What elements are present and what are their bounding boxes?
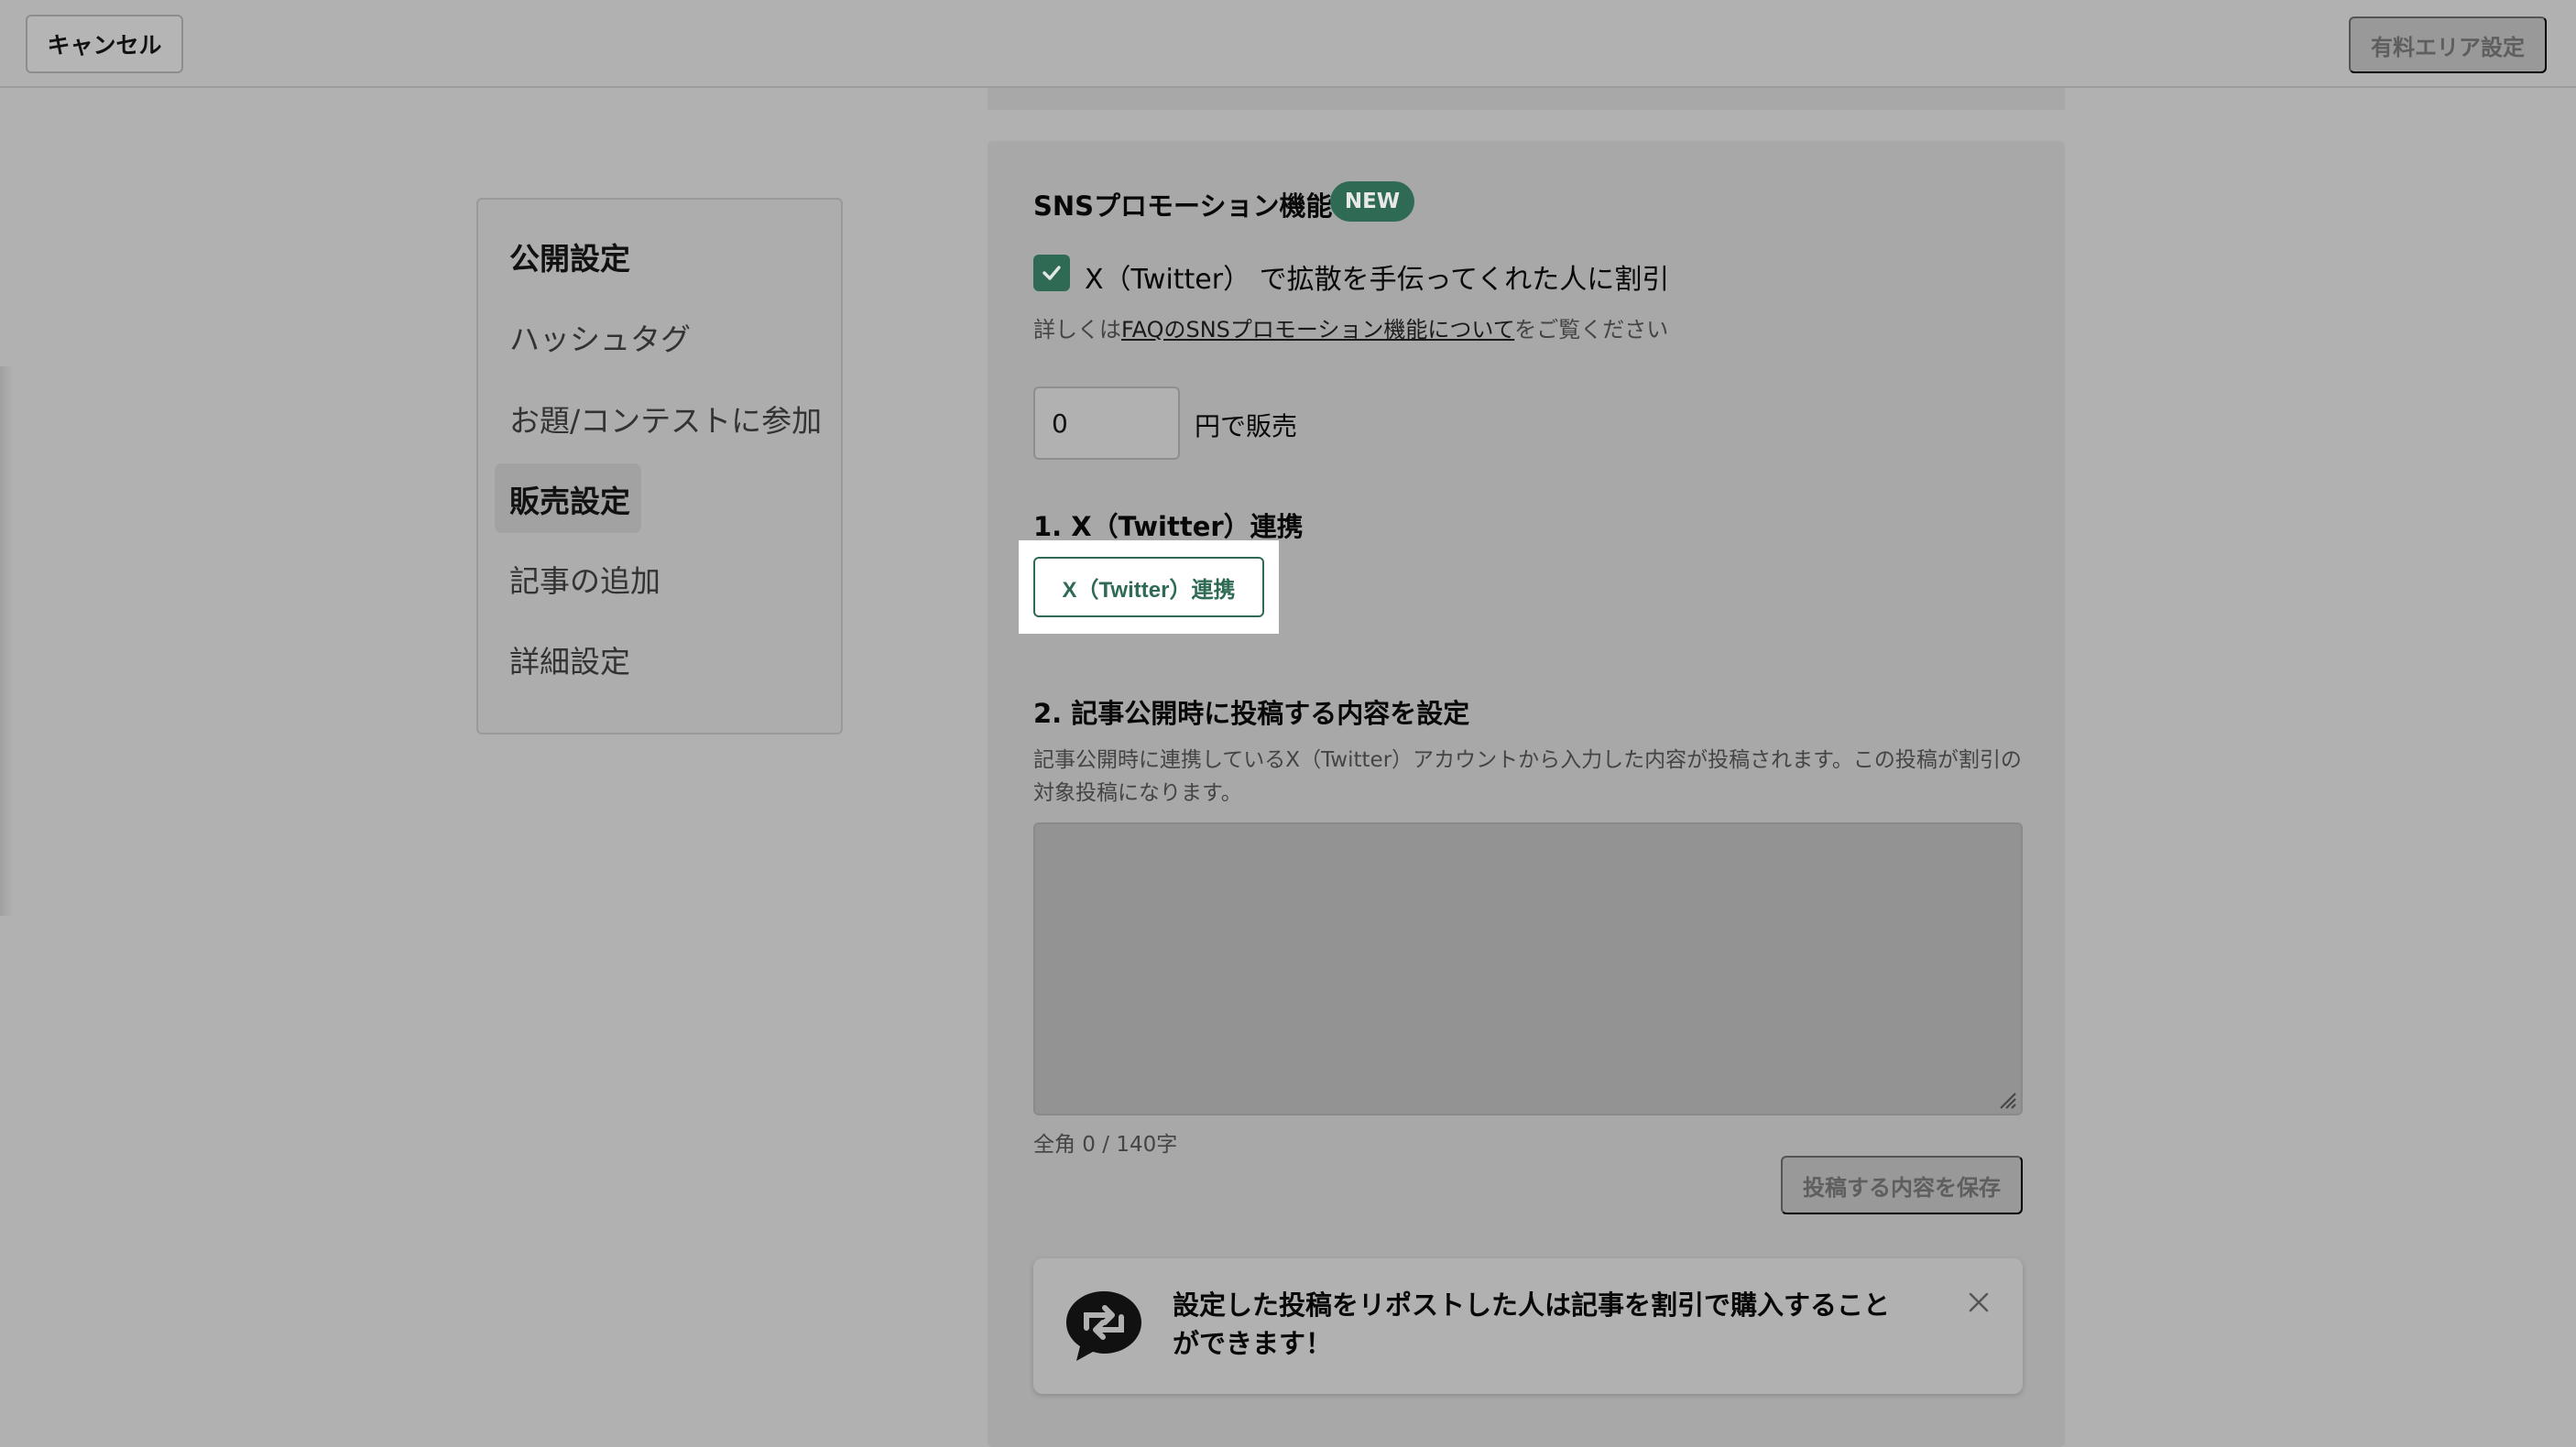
new-badge: NEW (1330, 181, 1414, 222)
info-card-text: 設定した投稿をリポストした人は記事を割引で購入することができます！ (1173, 1289, 1891, 1359)
overlay-edge (0, 366, 13, 916)
faq-suffix: をご覧ください (1514, 317, 1669, 343)
discount-checkbox[interactable] (1033, 255, 1070, 291)
step1-title: 1. X（Twitter）連携 (1033, 511, 1304, 542)
sidebar-item-add-article[interactable]: 記事の追加 (509, 557, 660, 601)
post-content-textarea[interactable] (1033, 822, 2023, 1115)
price-input[interactable] (1033, 386, 1180, 460)
twitter-connect-button[interactable]: X（Twitter）連携 (1033, 557, 1264, 617)
paid-area-settings-button[interactable]: 有料エリア設定 (2349, 16, 2547, 73)
char-count: 全角 0 / 140字 (1033, 1133, 1178, 1157)
price-suffix: 円で販売 (1195, 411, 1298, 441)
step2-description: 記事公開時に連携しているX（Twitter）アカウントから入力した内容が投稿され… (1033, 748, 2022, 805)
step2-title: 2. 記事公開時に投稿する内容を設定 (1033, 698, 1470, 729)
top-bar: キャンセル 有料エリア設定 (0, 0, 2576, 88)
repost-icon (1066, 1291, 1141, 1361)
faq-note: 詳しくはFAQのSNSプロモーション機能についてをご覧ください (1033, 311, 1668, 343)
save-post-button[interactable]: 投稿する内容を保存 (1781, 1156, 2023, 1214)
cancel-button[interactable]: キャンセル (26, 15, 183, 73)
close-icon[interactable] (1966, 1289, 1992, 1315)
sidebar-item-hashtags[interactable]: ハッシュタグ (509, 315, 691, 359)
check-icon (1042, 266, 1061, 280)
resize-handle-icon[interactable] (1997, 1090, 2017, 1110)
panel-previous-section (988, 88, 2065, 110)
sidebar-item-sales-settings[interactable]: 販売設定 (509, 477, 630, 521)
sidebar-item-advanced-settings[interactable]: 詳細設定 (509, 637, 630, 681)
section-title: SNSプロモーション機能 (1033, 190, 1333, 222)
faq-prefix: 詳しくは (1033, 317, 1121, 343)
discount-checkbox-label[interactable]: X（Twitter） で拡散を手伝ってくれた人に割引 (1085, 256, 1669, 297)
sidebar-item-publish-settings[interactable]: 公開設定 (509, 234, 630, 278)
sidebar-item-contest[interactable]: お題/コンテストに参加 (509, 397, 822, 441)
repost-info-card: 設定した投稿をリポストした人は記事を割引で購入することができます！ (1033, 1258, 2023, 1394)
settings-sidebar: 公開設定 ハッシュタグ お題/コンテストに参加 販売設定 記事の追加 詳細設定 (476, 198, 843, 734)
faq-link[interactable]: FAQのSNSプロモーション機能について (1121, 317, 1514, 343)
